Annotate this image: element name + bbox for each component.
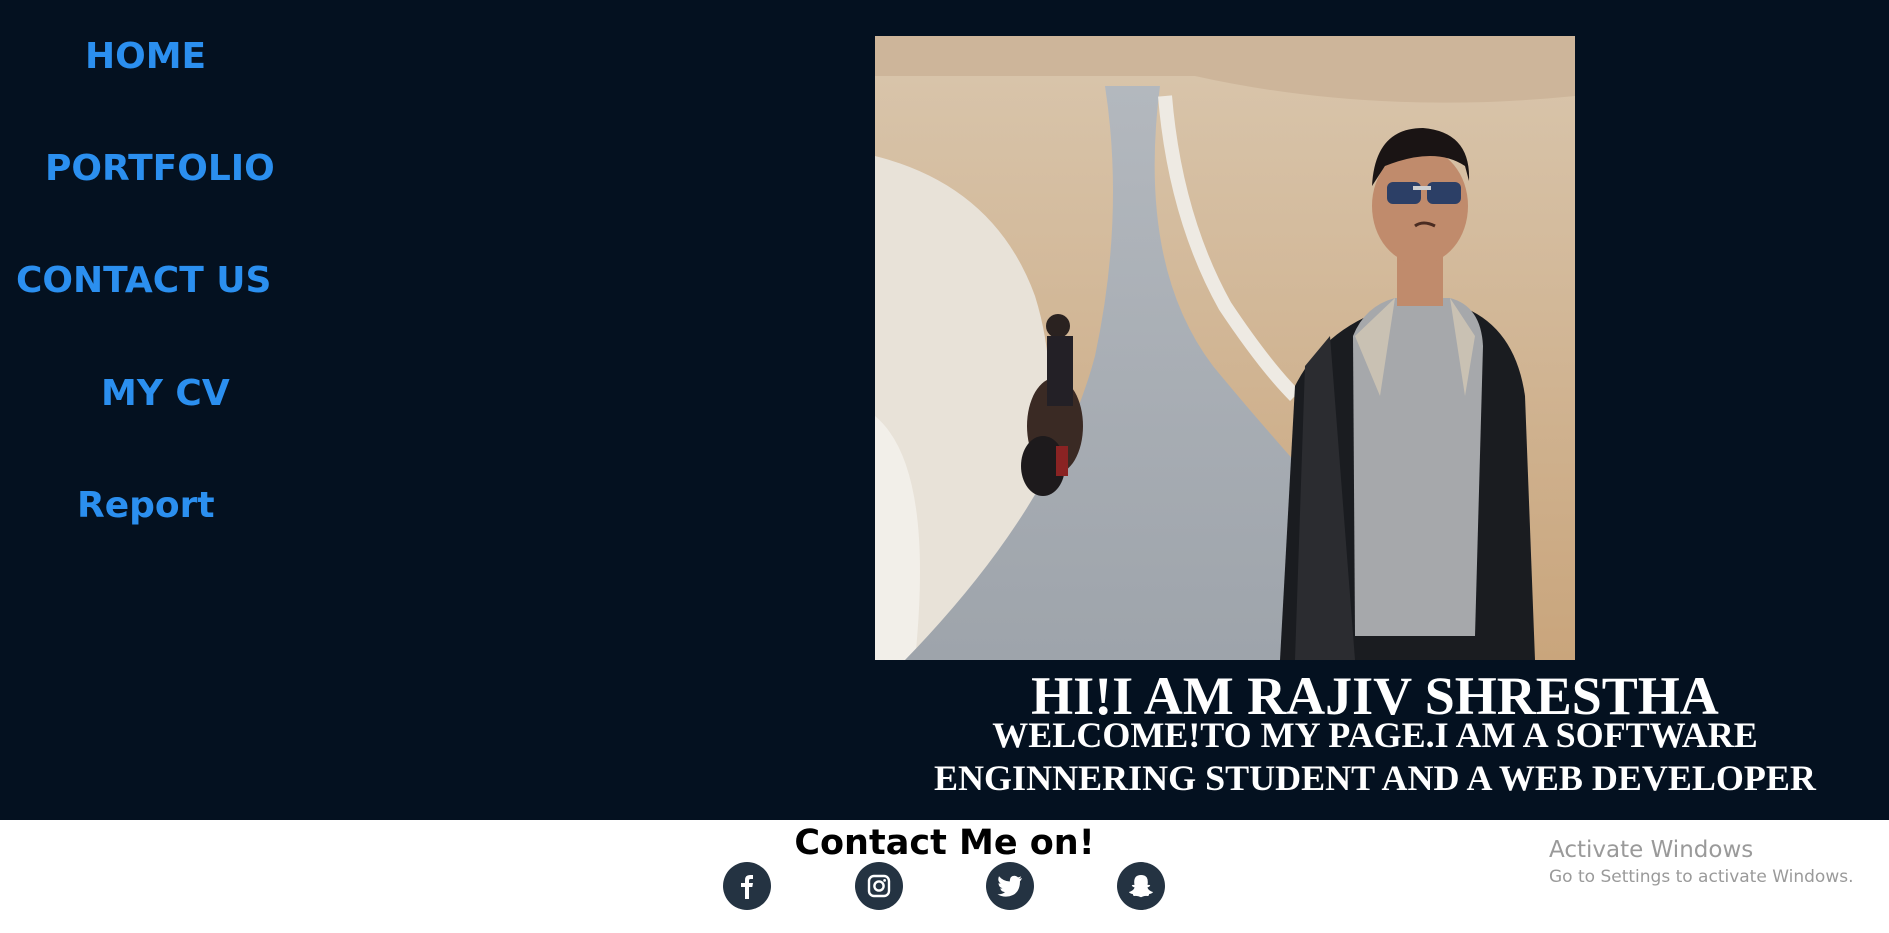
nav-contact-us-link[interactable]: CONTACT US xyxy=(16,260,271,301)
instagram-link[interactable] xyxy=(855,862,903,910)
snapchat-link[interactable] xyxy=(1117,862,1165,910)
hero-subheading: WELCOME!TO MY PAGE.I AM A SOFTWARE ENGIN… xyxy=(880,714,1870,800)
instagram-icon xyxy=(867,874,891,898)
nav-home-link[interactable]: HOME xyxy=(85,36,206,77)
twitter-link[interactable] xyxy=(986,862,1034,910)
snapchat-icon xyxy=(1129,875,1153,898)
nav-report-link[interactable]: Report xyxy=(77,485,215,526)
nav-portfolio-link[interactable]: PORTFOLIO xyxy=(45,148,275,189)
twitter-icon xyxy=(997,875,1022,897)
profile-photo xyxy=(875,36,1575,660)
hero-subheading-line-2: ENGINNERING STUDENT AND A WEB DEVELOPER xyxy=(934,758,1816,798)
watermark-subtitle: Go to Settings to activate Windows. xyxy=(1549,867,1854,887)
facebook-link[interactable] xyxy=(723,862,771,910)
facebook-icon xyxy=(741,875,753,899)
watermark-title: Activate Windows xyxy=(1549,837,1754,863)
activate-windows-watermark: Activate Windows Go to Settings to activ… xyxy=(1549,836,1854,890)
nav-my-cv-link[interactable]: MY CV xyxy=(101,373,230,414)
hero-subheading-line-1: WELCOME!TO MY PAGE.I AM A SOFTWARE xyxy=(992,715,1758,755)
hero-section: HOME PORTFOLIO CONTACT US MY CV Report H… xyxy=(0,0,1889,820)
